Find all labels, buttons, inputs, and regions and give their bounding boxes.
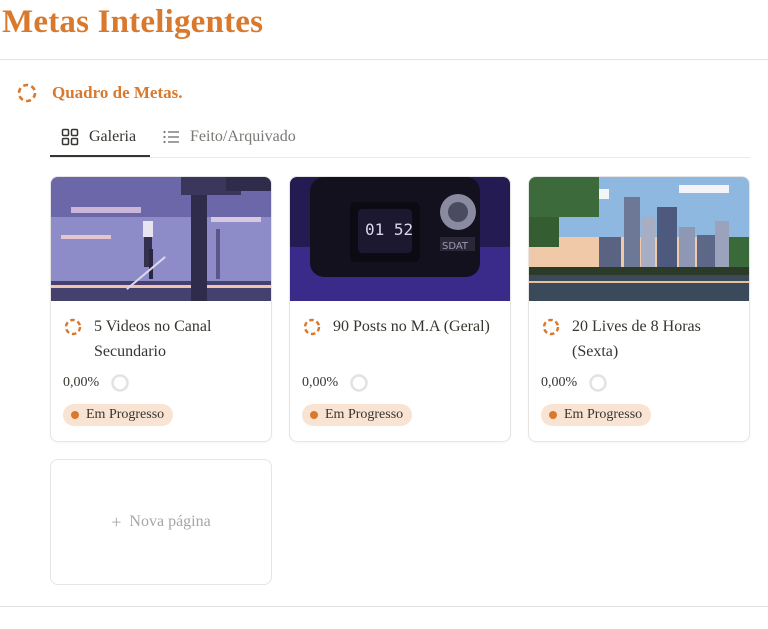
status-dot (71, 411, 79, 419)
tab-label: Galeria (89, 127, 137, 145)
database-header: Quadro de Metas. (16, 82, 183, 104)
progress-value: 0,00% (63, 375, 100, 390)
tab-feito-arquivado[interactable]: Feito/Arquivado (162, 118, 296, 155)
status-dot (549, 411, 557, 419)
progress-row: 0,00% (541, 374, 607, 392)
new-page-button[interactable]: + Nova página (50, 459, 272, 585)
status-badge: Em Progresso (302, 404, 413, 426)
goal-ring-icon (542, 318, 560, 336)
status-dot (310, 411, 318, 419)
tab-label: Feito/Arquivado (190, 127, 296, 145)
goal-ring-icon (64, 318, 82, 336)
status-label: Em Progresso (86, 407, 165, 422)
progress-ring-icon (350, 374, 368, 392)
new-page-label: Nova página (129, 513, 211, 530)
status-label: Em Progresso (325, 407, 404, 422)
svg-text:01 52: 01 52 (365, 220, 413, 239)
list-icon (163, 130, 179, 143)
database-title[interactable]: Quadro de Metas. (52, 83, 183, 103)
gallery-card[interactable]: 5 Videos no Canal Secundario 0,00% Em Pr… (50, 176, 272, 442)
svg-text:SDAT: SDAT (442, 241, 469, 252)
gallery-card[interactable]: 01 52 SDAT 90 Posts no M.A (Geral) 0,00%… (289, 176, 511, 442)
card-cover-image: 01 52 SDAT (290, 177, 510, 301)
progress-ring-icon (111, 374, 129, 392)
divider (0, 59, 768, 60)
page-title: Metas Inteligentes (2, 4, 264, 40)
goal-ring-icon (17, 83, 37, 103)
gallery-card[interactable]: 20 Lives de 8 Horas (Sexta) 0,00% Em Pro… (528, 176, 750, 442)
progress-row: 0,00% (63, 374, 129, 392)
divider (0, 606, 768, 607)
card-title: 90 Posts no M.A (Geral) (333, 318, 490, 335)
progress-value: 0,00% (302, 375, 339, 390)
status-badge: Em Progresso (63, 404, 174, 426)
status-badge: Em Progresso (541, 404, 652, 426)
card-cover-image (51, 177, 271, 301)
plus-icon: + (111, 511, 122, 532)
card-cover-image (529, 177, 749, 301)
gallery-grid-icon (61, 128, 79, 145)
card-title: 5 Videos no Canal Secundario (94, 318, 212, 360)
status-label: Em Progresso (564, 407, 643, 422)
progress-ring-icon (589, 374, 607, 392)
goal-ring-icon (303, 318, 321, 336)
progress-value: 0,00% (541, 375, 578, 390)
card-title: 20 Lives de 8 Horas (Sexta) (572, 318, 701, 360)
tab-galeria[interactable]: Galeria (50, 118, 150, 157)
progress-row: 0,00% (302, 374, 368, 392)
view-tabs: Galeria Feito/Arquivado (50, 118, 750, 158)
